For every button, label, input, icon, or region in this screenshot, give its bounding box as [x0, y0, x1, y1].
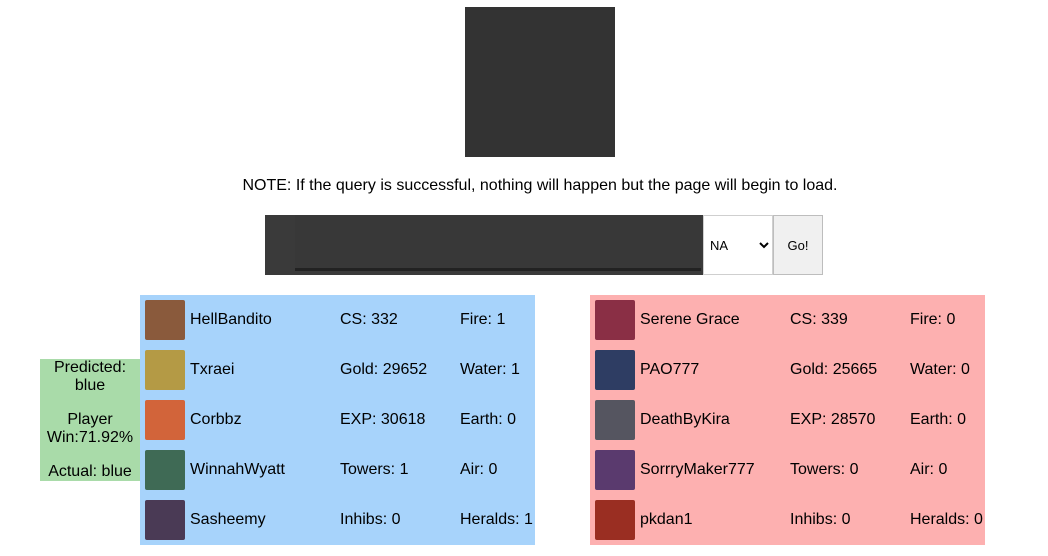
player-stat: EXP: 30618: [340, 411, 426, 428]
champion-avatar: [145, 300, 185, 340]
player-stat: Towers: 0: [790, 461, 859, 478]
go-button[interactable]: Go!: [773, 215, 823, 275]
player-row: Corbbz EXP: 30618 Earth: 0: [140, 395, 535, 445]
player-stat: Towers: 1: [340, 461, 409, 478]
player-row: Serene Grace CS: 339 Fire: 0: [590, 295, 985, 345]
player-row: HellBandito CS: 332 Fire: 1: [140, 295, 535, 345]
predicted-value: blue: [74, 377, 106, 394]
player-row: Txraei Gold: 29652 Water: 1: [140, 345, 535, 395]
team-objective: Heralds: 0: [910, 511, 983, 528]
champion-avatar: [595, 350, 635, 390]
champion-avatar: [595, 400, 635, 440]
player-name: pkdan1: [640, 511, 693, 528]
champion-avatar: [595, 500, 635, 540]
player-row: PAO777 Gold: 25665 Water: 0: [590, 345, 985, 395]
champion-avatar: [145, 500, 185, 540]
player-name: Serene Grace: [640, 311, 740, 328]
player-stat: CS: 339: [790, 311, 848, 328]
site-logo: [465, 7, 615, 157]
prediction-box: Predicted: blue Player Win:71.92% Actual…: [40, 359, 140, 481]
team-objective: Fire: 0: [910, 311, 956, 328]
player-row: SorrryMaker777 Towers: 0 Air: 0: [590, 445, 985, 495]
champion-avatar: [145, 450, 185, 490]
player-name: HellBandito: [190, 311, 272, 328]
player-name: Corbbz: [190, 411, 242, 428]
team-objective: Heralds: 1: [460, 511, 533, 528]
player-stat: Gold: 25665: [790, 361, 878, 378]
player-name: Txraei: [190, 361, 235, 378]
player-stat: Gold: 29652: [340, 361, 428, 378]
champion-avatar: [595, 450, 635, 490]
player-win-rate: Win:71.92%: [46, 429, 134, 446]
team-objective: Earth: 0: [460, 411, 517, 428]
player-row: Sasheemy Inhibs: 0 Heralds: 1: [140, 495, 535, 545]
team-objective: Fire: 1: [460, 311, 506, 328]
player-name: WinnahWyatt: [190, 461, 285, 478]
team-objective: Air: 0: [460, 461, 498, 478]
predicted-label: Predicted:: [53, 359, 127, 376]
red-team-panel: Serene Grace CS: 339 Fire: 0 PAO777 Gold…: [590, 295, 985, 545]
player-row: pkdan1 Inhibs: 0 Heralds: 0: [590, 495, 985, 545]
actual-result: Actual: blue: [48, 463, 132, 480]
team-objective: Water: 0: [910, 361, 970, 378]
team-objective: Air: 0: [910, 461, 948, 478]
champion-avatar: [595, 300, 635, 340]
player-stat: Inhibs: 0: [790, 511, 851, 528]
player-row: DeathByKira EXP: 28570 Earth: 0: [590, 395, 985, 445]
player-name: DeathByKira: [640, 411, 730, 428]
player-stat: CS: 332: [340, 311, 398, 328]
team-objective: Water: 1: [460, 361, 520, 378]
champion-avatar: [145, 350, 185, 390]
query-note: NOTE: If the query is successful, nothin…: [242, 177, 838, 194]
blue-team-panel: HellBandito CS: 332 Fire: 1 Txraei Gold:…: [140, 295, 535, 545]
region-select[interactable]: NA: [703, 215, 773, 275]
summoner-search-input[interactable]: [295, 215, 701, 271]
team-objective: Earth: 0: [910, 411, 967, 428]
player-name: PAO777: [640, 361, 700, 378]
player-name: SorrryMaker777: [640, 461, 755, 478]
search-bar: [265, 215, 703, 275]
player-row: WinnahWyatt Towers: 1 Air: 0: [140, 445, 535, 495]
champion-avatar: [145, 400, 185, 440]
player-name: Sasheemy: [190, 511, 266, 528]
player-stat: Inhibs: 0: [340, 511, 401, 528]
player-stat: EXP: 28570: [790, 411, 876, 428]
player-label: Player: [67, 411, 113, 428]
